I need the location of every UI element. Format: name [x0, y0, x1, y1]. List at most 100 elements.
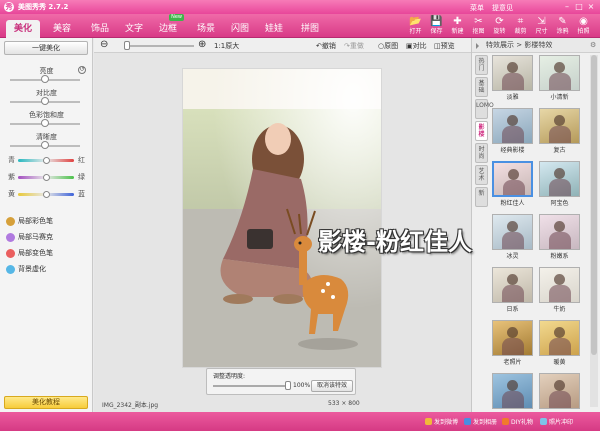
- tool-item[interactable]: 局部马赛克: [18, 232, 53, 242]
- status-link-1[interactable]: 发到微博: [425, 417, 458, 426]
- effect-thumbnail[interactable]: 老照片: [492, 320, 533, 367]
- status-link-4[interactable]: 照片冲印: [540, 417, 573, 426]
- compare-button[interactable]: ▣对比: [406, 41, 427, 51]
- zoom-slider-handle[interactable]: [124, 41, 130, 50]
- effect-thumbnail[interactable]: 日系: [492, 267, 533, 314]
- tab-1[interactable]: 美化: [6, 20, 40, 38]
- toolbar-brush-button[interactable]: ✎ 涂鸦: [553, 15, 572, 37]
- status-link-label: DIY礼物: [511, 419, 534, 426]
- effect-thumbnail[interactable]: 阿宝色: [539, 161, 580, 208]
- tab-2[interactable]: 美容: [46, 20, 78, 38]
- color-right-label: 绿: [78, 173, 85, 181]
- undo-button[interactable]: ↶撤销: [316, 41, 336, 51]
- opacity-slider-handle[interactable]: [285, 381, 291, 390]
- adjust-slider-handle[interactable]: [41, 75, 49, 83]
- cancel-effect-button[interactable]: 取消该特效: [311, 380, 353, 392]
- adjust-slider-handle[interactable]: [41, 119, 49, 127]
- side-tab-2[interactable]: 基础: [475, 77, 488, 97]
- tab-7[interactable]: 闪图: [224, 20, 256, 38]
- photo-canvas[interactable]: [182, 68, 382, 368]
- tool-item[interactable]: 局部彩色笔: [18, 216, 53, 226]
- effect-thumbnail[interactable]: 淡雅: [492, 55, 533, 102]
- save-icon: 💾: [430, 16, 443, 27]
- effect-thumbnail[interactable]: 粉红佳人: [492, 161, 533, 208]
- minimize-button[interactable]: –: [562, 2, 572, 11]
- tab-3[interactable]: 饰品: [84, 20, 116, 38]
- one-key-beautify-button[interactable]: 一键美化: [4, 41, 88, 55]
- effect-name: 小清新: [550, 94, 569, 101]
- effect-preview-image: [539, 108, 580, 144]
- menu-link[interactable]: 菜单: [470, 3, 484, 13]
- toolbar-save-button[interactable]: 💾 保存: [427, 15, 446, 37]
- toolbar-rotate-button[interactable]: ⟳ 旋转: [490, 15, 509, 37]
- opacity-label: 调整透明度:: [213, 373, 246, 380]
- toolbar-cutout-button[interactable]: ✂ 抠图: [469, 15, 488, 37]
- effect-thumbnail[interactable]: 小清新: [539, 55, 580, 102]
- toolbar-button-label: 拍照: [577, 28, 590, 35]
- effect-preview-image: [492, 267, 533, 303]
- side-tab-1[interactable]: 热门: [475, 55, 488, 75]
- toolbar-button-label: 裁剪: [514, 28, 527, 35]
- adjust-slider-handle[interactable]: [41, 97, 49, 105]
- feedback-link[interactable]: 提意见: [492, 3, 513, 13]
- side-tab-6[interactable]: 艺术: [475, 165, 488, 185]
- actual-size-button[interactable]: 1:1原大: [214, 41, 239, 51]
- preview-label: 预览: [440, 42, 455, 50]
- status-link-icon: [502, 418, 509, 425]
- zoom-slider-track[interactable]: [124, 45, 194, 47]
- tab-9[interactable]: 拼图: [294, 20, 326, 38]
- toolbar-new-button[interactable]: ✚ 新建: [448, 15, 467, 37]
- color-balance-slider-handle[interactable]: [43, 191, 50, 198]
- redo-button[interactable]: ↷重做: [344, 41, 364, 51]
- toolbar-folder-button[interactable]: 📂 打开: [406, 15, 425, 37]
- opacity-slider-track[interactable]: [213, 385, 288, 387]
- close-button[interactable]: ×: [586, 2, 596, 11]
- compare-icon: ▣: [406, 42, 413, 50]
- preview-icon: ◫: [434, 42, 441, 50]
- status-link-icon: [540, 418, 547, 425]
- tab-5[interactable]: 边框: [152, 14, 184, 38]
- effects-scrollbar[interactable]: [590, 55, 598, 407]
- color-left-label: 黄: [8, 190, 15, 198]
- side-tab-3[interactable]: LOMO: [475, 99, 494, 119]
- effects-breadcrumb-text: 特效展示 > 影楼特效: [486, 41, 553, 49]
- zoom-out-icon[interactable]: ⊖: [100, 39, 108, 50]
- tool-icon: [6, 217, 15, 226]
- status-link-label: 发到相册: [473, 419, 498, 426]
- toolbar-resize-button[interactable]: ⇲ 尺寸: [532, 15, 551, 37]
- tutorial-button[interactable]: 美化教程: [4, 396, 88, 409]
- adjust-slider-handle[interactable]: [41, 141, 49, 149]
- status-link-3[interactable]: DIY礼物: [502, 417, 533, 426]
- original-button[interactable]: ○原图: [378, 41, 398, 51]
- maximize-button[interactable]: □: [574, 2, 584, 11]
- effect-thumbnail[interactable]: 复古: [539, 108, 580, 155]
- side-tab-5[interactable]: 时尚: [475, 143, 488, 163]
- tool-item[interactable]: 背景虚化: [18, 264, 46, 274]
- color-balance-slider-handle[interactable]: [43, 157, 50, 164]
- file-name: IMG_2342_副本.jpg: [102, 402, 159, 409]
- toolbar-button-label: 旋转: [493, 28, 506, 35]
- toolbar-camera-button[interactable]: ◉ 拍照: [574, 15, 593, 37]
- color-balance-slider-handle[interactable]: [43, 174, 50, 181]
- zoom-in-icon[interactable]: ⊕: [198, 39, 206, 50]
- effect-thumbnail[interactable]: 粉嫩系: [539, 214, 580, 261]
- effects-scrollbar-thumb[interactable]: [591, 55, 597, 355]
- settings-icon[interactable]: ⚙: [590, 41, 596, 49]
- folder-icon: 📂: [409, 16, 422, 27]
- tab-4[interactable]: 文字: [118, 20, 150, 38]
- tab-8[interactable]: 娃娃: [258, 20, 290, 38]
- collapse-arrow-icon[interactable]: [476, 43, 481, 49]
- effect-thumbnail[interactable]: 暖黄: [539, 320, 580, 367]
- effect-thumbnail[interactable]: 牛奶: [539, 267, 580, 314]
- effect-preview-image: [492, 214, 533, 250]
- tool-item[interactable]: 局部变色笔: [18, 248, 53, 258]
- preview-button[interactable]: ◫预览: [434, 41, 455, 51]
- status-link-2[interactable]: 发到相册: [464, 417, 497, 426]
- toolbar-crop-button[interactable]: ⌗ 裁剪: [511, 15, 530, 37]
- effect-thumbnail[interactable]: 经典影楼: [492, 108, 533, 155]
- effect-thumbnail[interactable]: 冰灵: [492, 214, 533, 261]
- side-tab-4[interactable]: 影楼: [475, 121, 488, 141]
- overlay-caption: 影楼-粉红佳人: [318, 228, 472, 256]
- tab-6[interactable]: 场景: [190, 20, 222, 38]
- side-tab-7[interactable]: 新: [475, 187, 488, 207]
